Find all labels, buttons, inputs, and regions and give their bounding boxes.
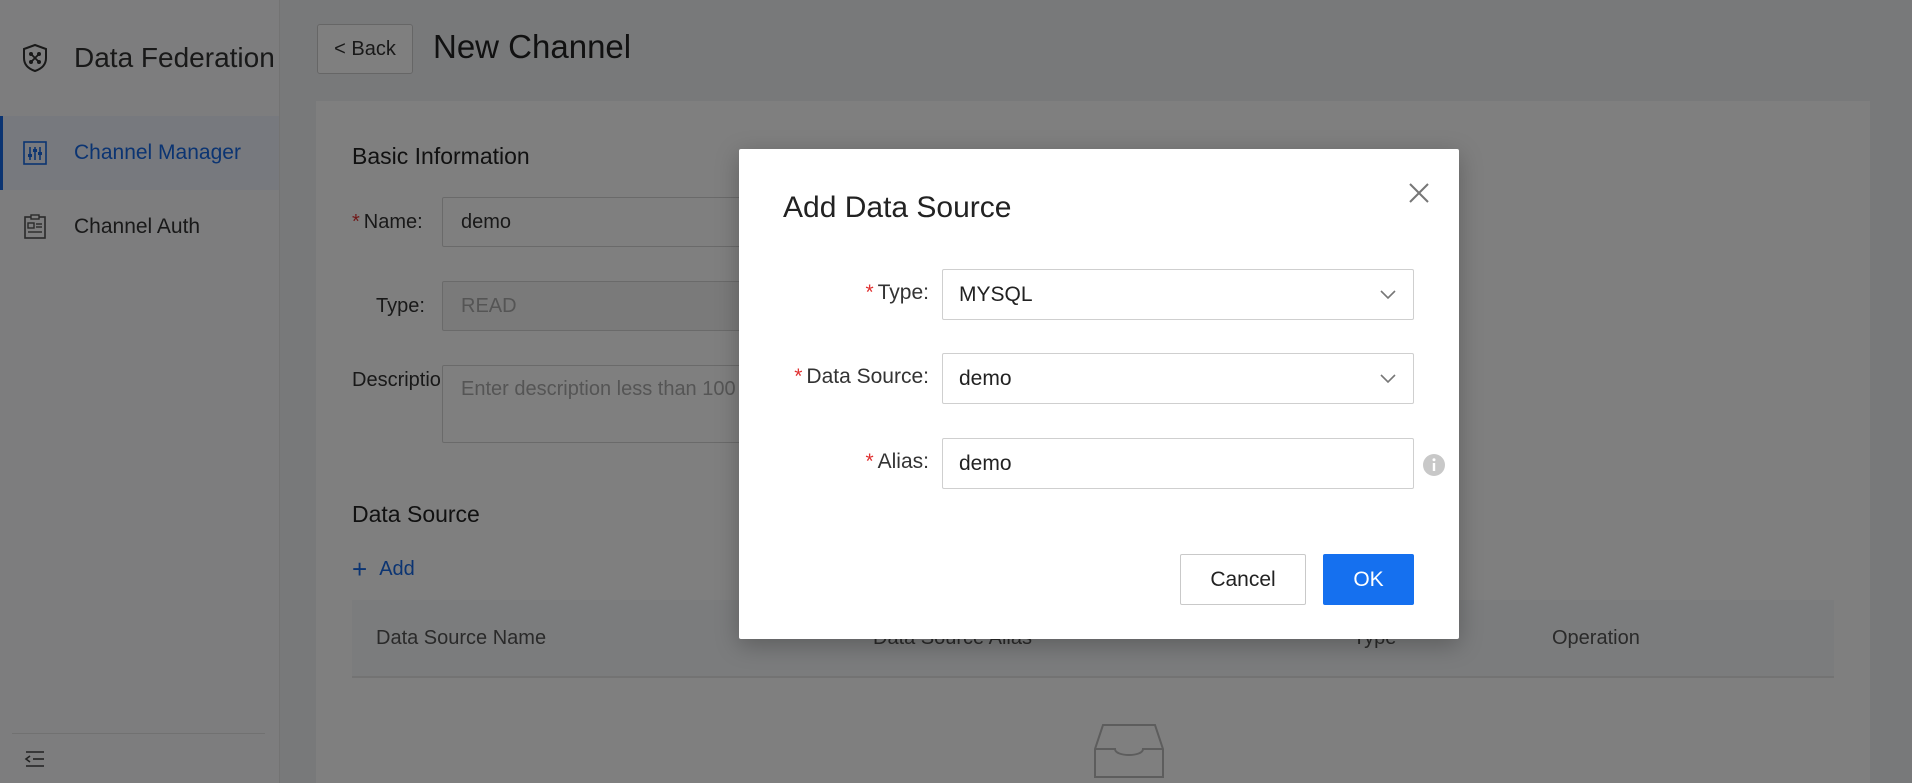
data-source-select[interactable]: demo xyxy=(942,353,1414,404)
chevron-down-icon xyxy=(1380,289,1396,299)
close-icon[interactable] xyxy=(1405,179,1433,207)
chevron-down-icon xyxy=(1380,373,1396,383)
required-mark: * xyxy=(794,365,803,388)
required-mark: * xyxy=(865,281,874,304)
add-data-source-modal: Add Data Source * Type: MYSQL * Data Sourc… xyxy=(739,149,1459,639)
type-select[interactable]: MYSQL xyxy=(942,269,1414,320)
cancel-button[interactable]: Cancel xyxy=(1180,554,1306,605)
alias-input-value: demo xyxy=(959,451,1012,475)
info-icon[interactable] xyxy=(1422,453,1446,477)
data-source-field-label: * Data Source: xyxy=(794,365,929,388)
required-mark: * xyxy=(865,450,874,473)
type-select-value: MYSQL xyxy=(959,282,1033,306)
ok-button[interactable]: OK xyxy=(1323,554,1414,605)
modal-title: Add Data Source xyxy=(783,191,1012,224)
type-field-label: * Type: xyxy=(865,281,929,304)
alias-input[interactable]: demo xyxy=(942,438,1414,489)
alias-field-label: * Alias: xyxy=(865,450,929,473)
data-source-select-value: demo xyxy=(959,366,1012,390)
